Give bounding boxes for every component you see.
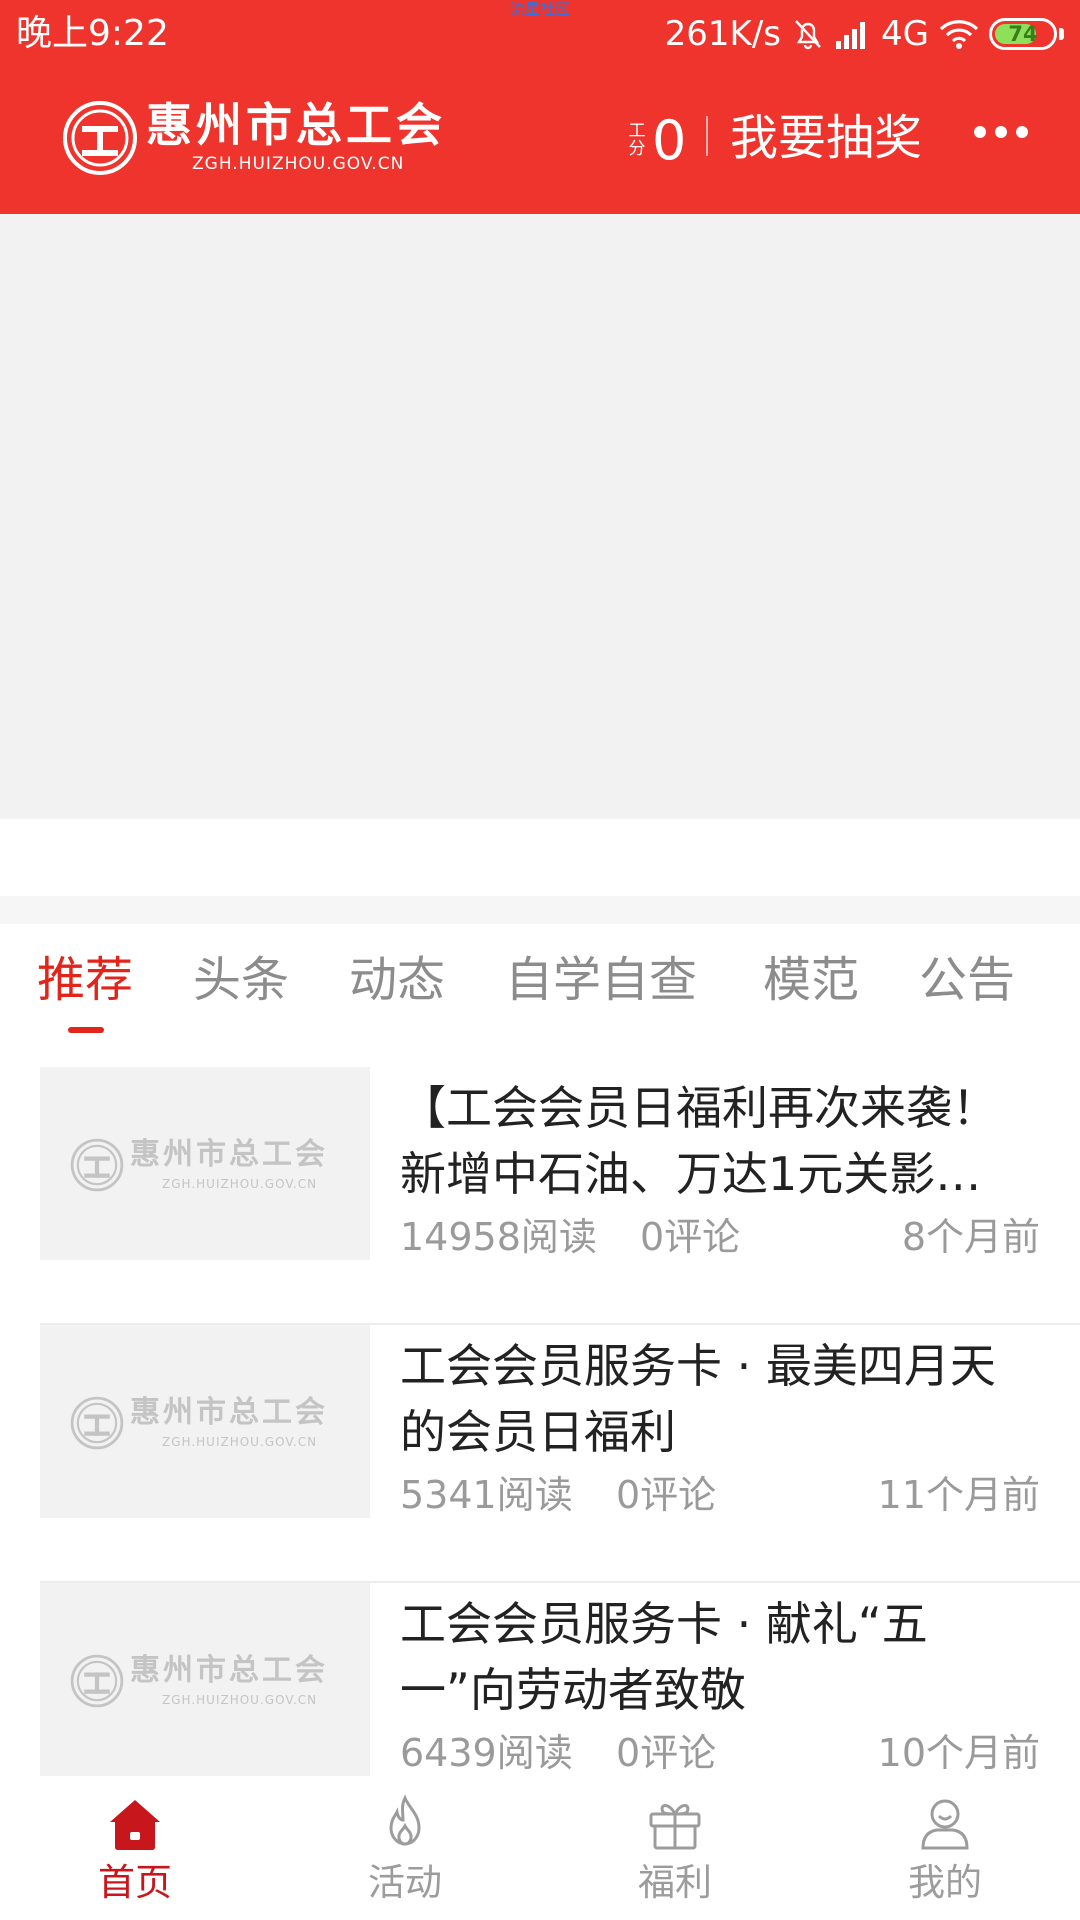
- nav-benefits-label: 福利: [638, 1861, 712, 1904]
- article-title: 工会会员服务卡 · 献礼“五一”向劳动者致敬: [400, 1597, 928, 1717]
- article-time: 8个月前: [901, 1215, 1040, 1259]
- article-thumbnail: 惠州市总工会 ZGH.HUIZHOU.GOV.CN: [40, 1325, 370, 1518]
- tab-headlines[interactable]: 头条: [193, 940, 289, 1020]
- thumbnail-logo-name: 惠州市总工会: [130, 1395, 328, 1430]
- tab-news[interactable]: 动态: [349, 940, 445, 1020]
- battery-tip: [1059, 28, 1064, 40]
- tab-notices[interactable]: 公告: [919, 940, 1015, 1020]
- nav-activities[interactable]: 活动: [325, 1778, 485, 1920]
- watermark-text: 流星社区: [510, 0, 571, 18]
- union-emblem-icon: [70, 1654, 124, 1708]
- article-comment-count: 0评论: [616, 1731, 717, 1775]
- points-value: 0: [652, 108, 687, 172]
- thumbnail-logo-url: ZGH.HUIZHOU.GOV.CN: [162, 1435, 318, 1449]
- article-time: 11个月前: [877, 1473, 1040, 1517]
- thumbnail-logo: 惠州市总工会 ZGH.HUIZHOU.GOV.CN: [70, 1133, 342, 1195]
- section-divider: [0, 896, 1080, 924]
- signal-icon: [836, 22, 866, 49]
- article-thumbnail: 惠州市总工会 ZGH.HUIZHOU.GOV.CN: [40, 1583, 370, 1776]
- network-type: 4G: [881, 14, 929, 54]
- nav-benefits[interactable]: 福利: [595, 1778, 755, 1920]
- bottom-navigation: 首页 活动 福利 我的: [0, 1778, 1080, 1920]
- article-meta: 14958阅读 0评论 8个月前: [400, 1212, 1040, 1262]
- home-icon: [110, 1800, 160, 1850]
- article-comment-count: 0评论: [640, 1215, 741, 1259]
- nav-home[interactable]: 首页: [55, 1778, 215, 1920]
- article-read-count: 6439阅读: [400, 1731, 573, 1775]
- active-tab-indicator: [68, 1027, 104, 1033]
- tab-self-study[interactable]: 自学自查: [505, 940, 697, 1020]
- logo-name: 惠州市总工会: [146, 98, 446, 152]
- category-tabs: 推荐 头条 动态 自学自查 模范 公告: [0, 940, 1080, 1040]
- thumbnail-logo-name: 惠州市总工会: [130, 1137, 328, 1172]
- nav-home-label: 首页: [98, 1861, 172, 1904]
- article-title: 工会会员服务卡 · 最美四月天的会员日福利: [400, 1339, 996, 1459]
- points-label: 工分: [628, 121, 646, 159]
- thumbnail-logo-url: ZGH.HUIZHOU.GOV.CN: [162, 1693, 318, 1707]
- profile-icon: [921, 1799, 969, 1850]
- points-counter[interactable]: 工分 0: [628, 108, 687, 172]
- article-item[interactable]: 惠州市总工会 ZGH.HUIZHOU.GOV.CN 工会会员服务卡 · 最美四月…: [40, 1325, 1080, 1583]
- union-logo[interactable]: 惠州市总工会 ZGH.HUIZHOU.GOV.CN: [62, 96, 442, 178]
- thumbnail-logo: 惠州市总工会 ZGH.HUIZHOU.GOV.CN: [70, 1391, 342, 1453]
- app-screen: { "status_bar": { "time": "晚上9:22", "wat…: [0, 0, 1080, 1920]
- article-meta: 5341阅读 0评论 11个月前: [400, 1470, 1040, 1520]
- status-bar: 晚上9:22 流星社区 261K/s 4G 74: [0, 0, 1080, 66]
- flame-icon: [389, 1794, 421, 1846]
- article-meta: 6439阅读 0评论 10个月前: [400, 1728, 1040, 1778]
- gift-icon: [649, 1804, 701, 1850]
- union-emblem-icon: [70, 1396, 124, 1450]
- thumbnail-logo-url: ZGH.HUIZHOU.GOV.CN: [162, 1177, 318, 1191]
- article-read-count: 5341阅读: [400, 1473, 573, 1517]
- banner-carousel[interactable]: [0, 214, 1080, 819]
- article-time: 10个月前: [877, 1731, 1040, 1775]
- union-emblem-icon: [63, 101, 137, 175]
- thumbnail-logo: 惠州市总工会 ZGH.HUIZHOU.GOV.CN: [70, 1649, 342, 1711]
- article-title: 【工会会员日福利再次来袭！新增中石油、万达1元关影…: [400, 1081, 998, 1201]
- battery-icon: 74: [989, 18, 1057, 50]
- status-time: 晚上9:22: [16, 13, 169, 54]
- net-speed: 261K/s: [664, 14, 782, 54]
- battery-level: 74: [1008, 22, 1038, 46]
- thumbnail-logo-name: 惠州市总工会: [130, 1653, 328, 1688]
- union-emblem-icon: [70, 1138, 124, 1192]
- nav-activities-label: 活动: [368, 1861, 442, 1904]
- lottery-button[interactable]: 我要抽奖: [730, 106, 922, 170]
- header-divider: [706, 116, 708, 156]
- mute-bell-icon: [795, 20, 821, 50]
- app-header: 惠州市总工会 ZGH.HUIZHOU.GOV.CN 工分 0 我要抽奖: [0, 66, 1080, 214]
- more-dots-icon[interactable]: [974, 126, 1028, 138]
- nav-profile[interactable]: 我的: [865, 1778, 1025, 1920]
- wifi-icon: [939, 20, 979, 49]
- status-indicators: 261K/s 4G 74: [665, 12, 1064, 56]
- nav-profile-label: 我的: [908, 1861, 982, 1904]
- tab-models[interactable]: 模范: [763, 940, 859, 1020]
- article-read-count: 14958阅读: [400, 1215, 597, 1259]
- logo-url: ZGH.HUIZHOU.GOV.CN: [192, 154, 405, 174]
- article-item[interactable]: 惠州市总工会 ZGH.HUIZHOU.GOV.CN 【工会会员日福利再次来袭！新…: [40, 1067, 1080, 1325]
- article-comment-count: 0评论: [616, 1473, 717, 1517]
- tab-recommended[interactable]: 推荐: [37, 940, 133, 1020]
- article-thumbnail: 惠州市总工会 ZGH.HUIZHOU.GOV.CN: [40, 1067, 370, 1260]
